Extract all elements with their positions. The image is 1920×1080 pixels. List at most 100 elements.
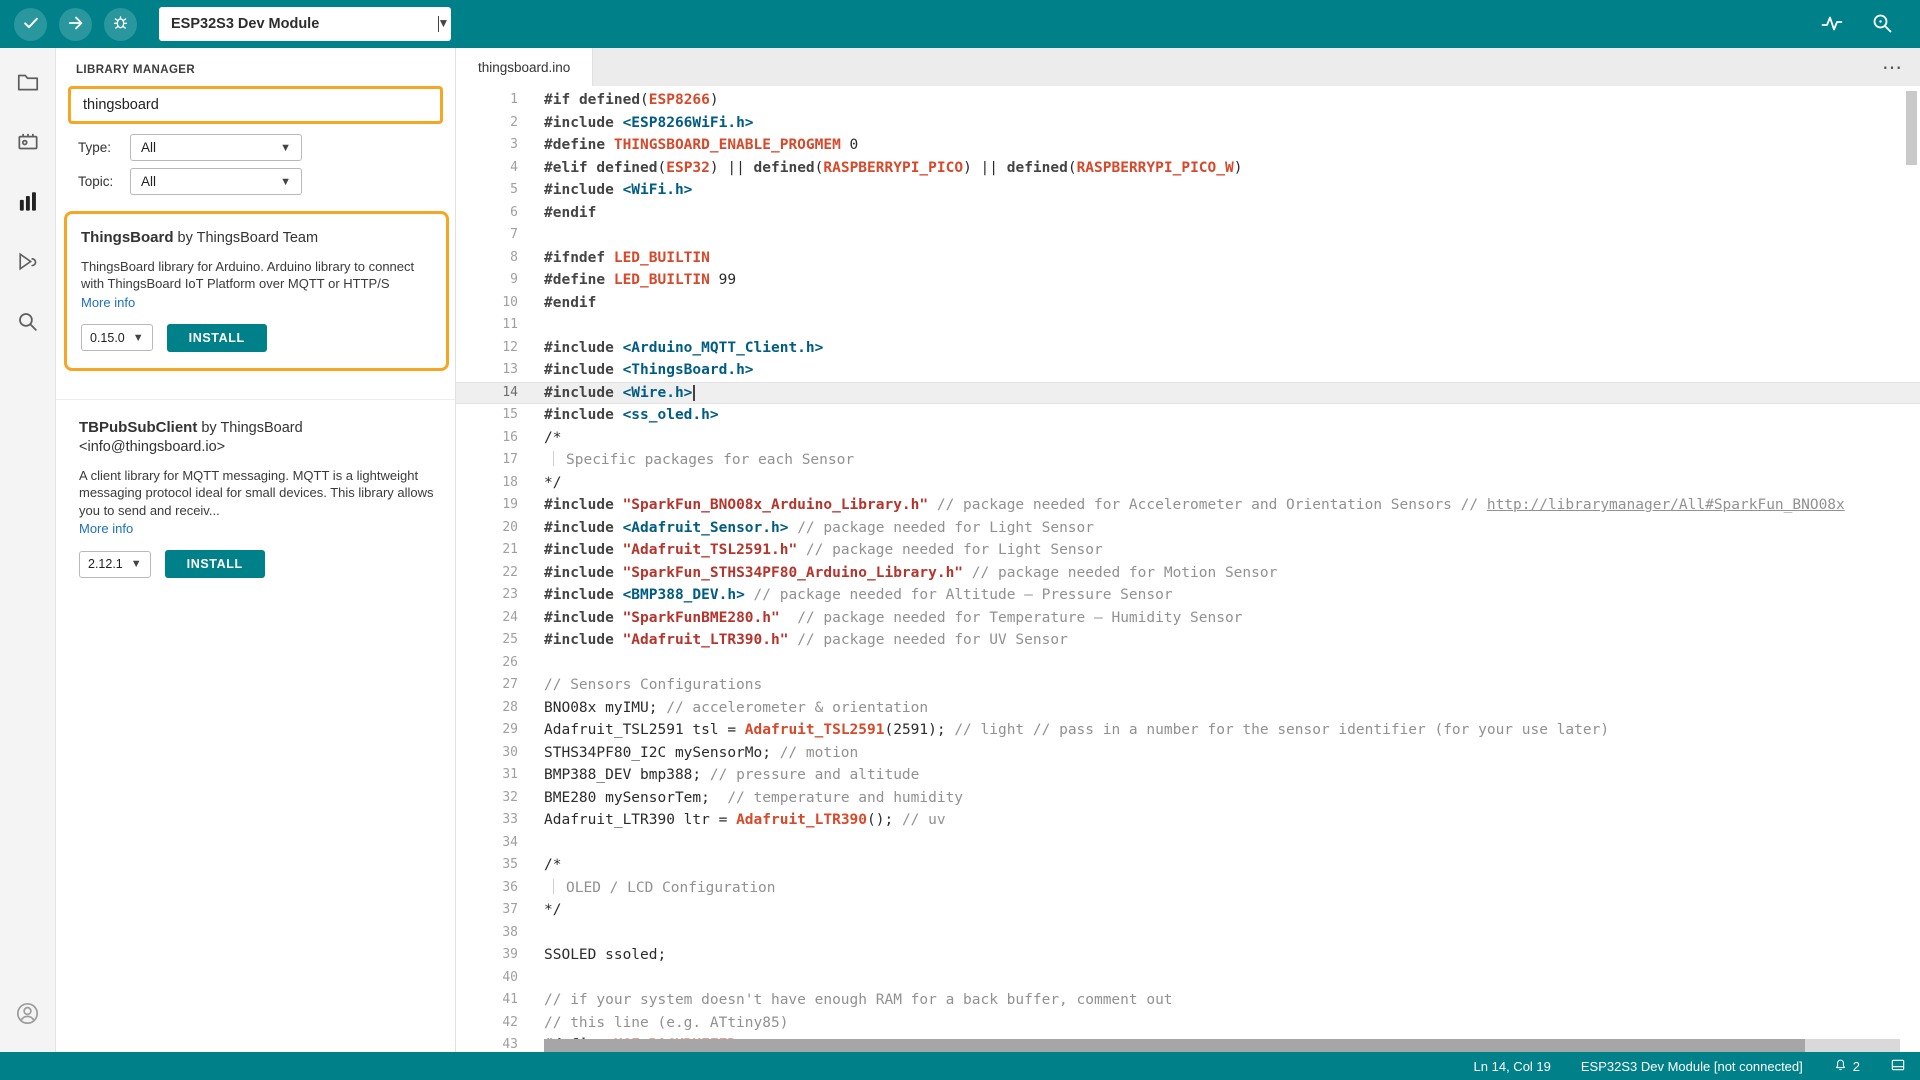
debug-button[interactable]: [104, 7, 137, 41]
sidebar-item-sketchbook[interactable]: [8, 64, 48, 104]
type-filter-select[interactable]: All ▼: [130, 134, 302, 161]
code-line[interactable]: 28 BNO08x myIMU; // accelerometer & orien…: [456, 697, 1920, 720]
code-line[interactable]: 10 #endif: [456, 292, 1920, 315]
code-line[interactable]: 14 #include <Wire.h>: [456, 381, 1920, 404]
line-number: 21: [502, 542, 518, 557]
code-line[interactable]: 1 #if defined(ESP8266): [456, 89, 1920, 112]
activity-bar: [0, 48, 56, 1052]
library-title: TBPubSubClient by ThingsBoard <info@thin…: [79, 418, 435, 457]
code-line[interactable]: 38: [456, 922, 1920, 945]
topic-filter-select[interactable]: All ▼: [130, 168, 302, 195]
code-line[interactable]: 41// if your system doesn't have enough …: [456, 989, 1920, 1012]
verify-button[interactable]: [14, 7, 47, 41]
code-line[interactable]: 15 #include <ss_oled.h>: [456, 404, 1920, 427]
code-line[interactable]: 12 #include <Arduino_MQTT_Client.h>: [456, 337, 1920, 360]
code-line[interactable]: 23 #include <BMP388_DEV.h> // package nee…: [456, 584, 1920, 607]
library-controls: 2.12.1 ▼ INSTALL: [79, 550, 435, 579]
code-line[interactable]: 39 SSOLED ssoled;: [456, 944, 1920, 967]
version-select[interactable]: 0.15.0 ▼: [81, 324, 153, 352]
code-line[interactable]: 20 #include <Adafruit_Sensor.h> // packag…: [456, 517, 1920, 540]
code-line[interactable]: 4 #elif defined(ESP32) || defined(RASPBER…: [456, 157, 1920, 180]
line-number: 31: [502, 767, 518, 782]
code-line[interactable]: 29 Adafruit_TSL2591 tsl = Adafruit_TSL259…: [456, 719, 1920, 742]
topic-filter-row: Topic: All ▼: [78, 168, 455, 195]
install-button[interactable]: INSTALL: [166, 323, 267, 352]
version-select[interactable]: 2.12.1 ▼: [79, 550, 151, 578]
line-number: 14: [502, 384, 518, 400]
bug-icon: [111, 13, 130, 35]
more-info-link[interactable]: More info: [79, 521, 133, 536]
line-number: 41: [502, 992, 518, 1007]
library-controls: 0.15.0 ▼ INSTALL: [81, 323, 432, 352]
topic-filter-label: Topic:: [78, 174, 114, 189]
line-number: 18: [502, 474, 518, 490]
code-line[interactable]: 21 #include "Adafruit_TSL2591.h" // packa…: [456, 539, 1920, 562]
code-line[interactable]: 18 */: [456, 472, 1920, 495]
code-line[interactable]: 36 OLED / LCD Configuration: [456, 877, 1920, 900]
code-line[interactable]: 40: [456, 967, 1920, 990]
code-line[interactable]: 8 #ifndef LED_BUILTIN: [456, 247, 1920, 270]
code-line[interactable]: 30 STHS34PF80_I2C mySensorMo; // motion: [456, 742, 1920, 765]
code-editor[interactable]: 1 #if defined(ESP8266) 2 #include <ESP8266W…: [456, 86, 1920, 1052]
board-connection-status[interactable]: ESP32S3 Dev Module [not connected]: [1581, 1059, 1803, 1074]
code-line[interactable]: 3 #define THINGSBOARD_ENABLE_PROGMEM 0: [456, 134, 1920, 157]
code-line[interactable]: 22 #include "SparkFun_STHS34PF80_Arduino_…: [456, 562, 1920, 585]
code-line[interactable]: 24 #include "SparkFunBME280.h" // package…: [456, 607, 1920, 630]
code-line[interactable]: 25 #include "Adafruit_LTR390.h" // packag…: [456, 629, 1920, 652]
sidebar-item-boards-manager[interactable]: [8, 124, 48, 164]
vertical-scrollbar-thumb[interactable]: [1906, 91, 1917, 165]
line-number: 33: [502, 812, 518, 827]
tab-thingsboard-ino[interactable]: thingsboard.ino: [456, 48, 594, 86]
code-line[interactable]: 19 #include "SparkFun_BNO08x_Arduino_Libr…: [456, 494, 1920, 517]
notifications[interactable]: 2: [1833, 1057, 1860, 1075]
code-line[interactable]: 26: [456, 652, 1920, 675]
line-number: 12: [502, 339, 518, 355]
more-info-link[interactable]: More info: [81, 295, 135, 310]
upload-button[interactable]: [59, 7, 92, 41]
install-button[interactable]: INSTALL: [164, 550, 265, 579]
text-cursor: [693, 384, 695, 401]
code-line[interactable]: 13 #include <ThingsBoard.h>: [456, 359, 1920, 382]
horizontal-scrollbar[interactable]: [544, 1039, 1900, 1052]
code-line[interactable]: 16/*: [456, 427, 1920, 450]
line-number: 25: [502, 632, 518, 647]
horizontal-scrollbar-thumb[interactable]: [544, 1039, 1806, 1052]
board-selector[interactable]: ESP32S3 Dev Module ▼: [159, 7, 451, 41]
code-line[interactable]: 27// Sensors Configurations: [456, 674, 1920, 697]
sidebar-item-search[interactable]: [8, 304, 48, 344]
code-line[interactable]: 37 */: [456, 899, 1920, 922]
line-number: 17: [502, 452, 518, 467]
line-number: 30: [502, 744, 518, 760]
topic-filter-value: All: [141, 174, 157, 189]
chevron-down-icon: ▼: [437, 16, 450, 32]
toolbar-right: [1820, 11, 1906, 38]
serial-plotter-button[interactable]: [1820, 11, 1844, 38]
code-line[interactable]: 6 #endif: [456, 202, 1920, 225]
line-number: 37: [502, 902, 518, 917]
code-line[interactable]: 17 Specific packages for each Sensor: [456, 449, 1920, 472]
sidebar-item-debug[interactable]: [8, 244, 48, 284]
account-icon: [14, 1000, 41, 1032]
code-line[interactable]: 33 Adafruit_LTR390 ltr = Adafruit_LTR390(…: [456, 809, 1920, 832]
toggle-panel-button[interactable]: [1890, 1057, 1906, 1076]
code-line[interactable]: 35/*: [456, 854, 1920, 877]
library-search-input[interactable]: [68, 86, 443, 124]
editor-more-actions-button[interactable]: ⋯: [1882, 55, 1920, 80]
code-line[interactable]: 11: [456, 314, 1920, 337]
code-line[interactable]: 42// this line (e.g. ATtiny85): [456, 1012, 1920, 1035]
sidebar-item-library-manager[interactable]: [8, 184, 48, 224]
code-line[interactable]: 32 BME280 mySensorTem; // temperature and…: [456, 787, 1920, 810]
line-number: 36: [502, 879, 518, 895]
serial-monitor-button[interactable]: [1870, 11, 1894, 38]
library-books-icon: [15, 189, 41, 220]
code-line[interactable]: 34: [456, 832, 1920, 855]
line-number: 7: [510, 227, 518, 242]
code-line[interactable]: 7: [456, 224, 1920, 247]
sidebar-item-account[interactable]: [8, 996, 48, 1036]
code-line[interactable]: 31 BMP388_DEV bmp388; // pressure and alt…: [456, 764, 1920, 787]
code-line[interactable]: 2 #include <ESP8266WiFi.h>: [456, 112, 1920, 135]
cursor-position[interactable]: Ln 14, Col 19: [1474, 1059, 1551, 1074]
code-line[interactable]: 5 #include <WiFi.h>: [456, 179, 1920, 202]
code-line[interactable]: 9 #define LED_BUILTIN 99: [456, 269, 1920, 292]
line-number: 11: [502, 317, 518, 332]
